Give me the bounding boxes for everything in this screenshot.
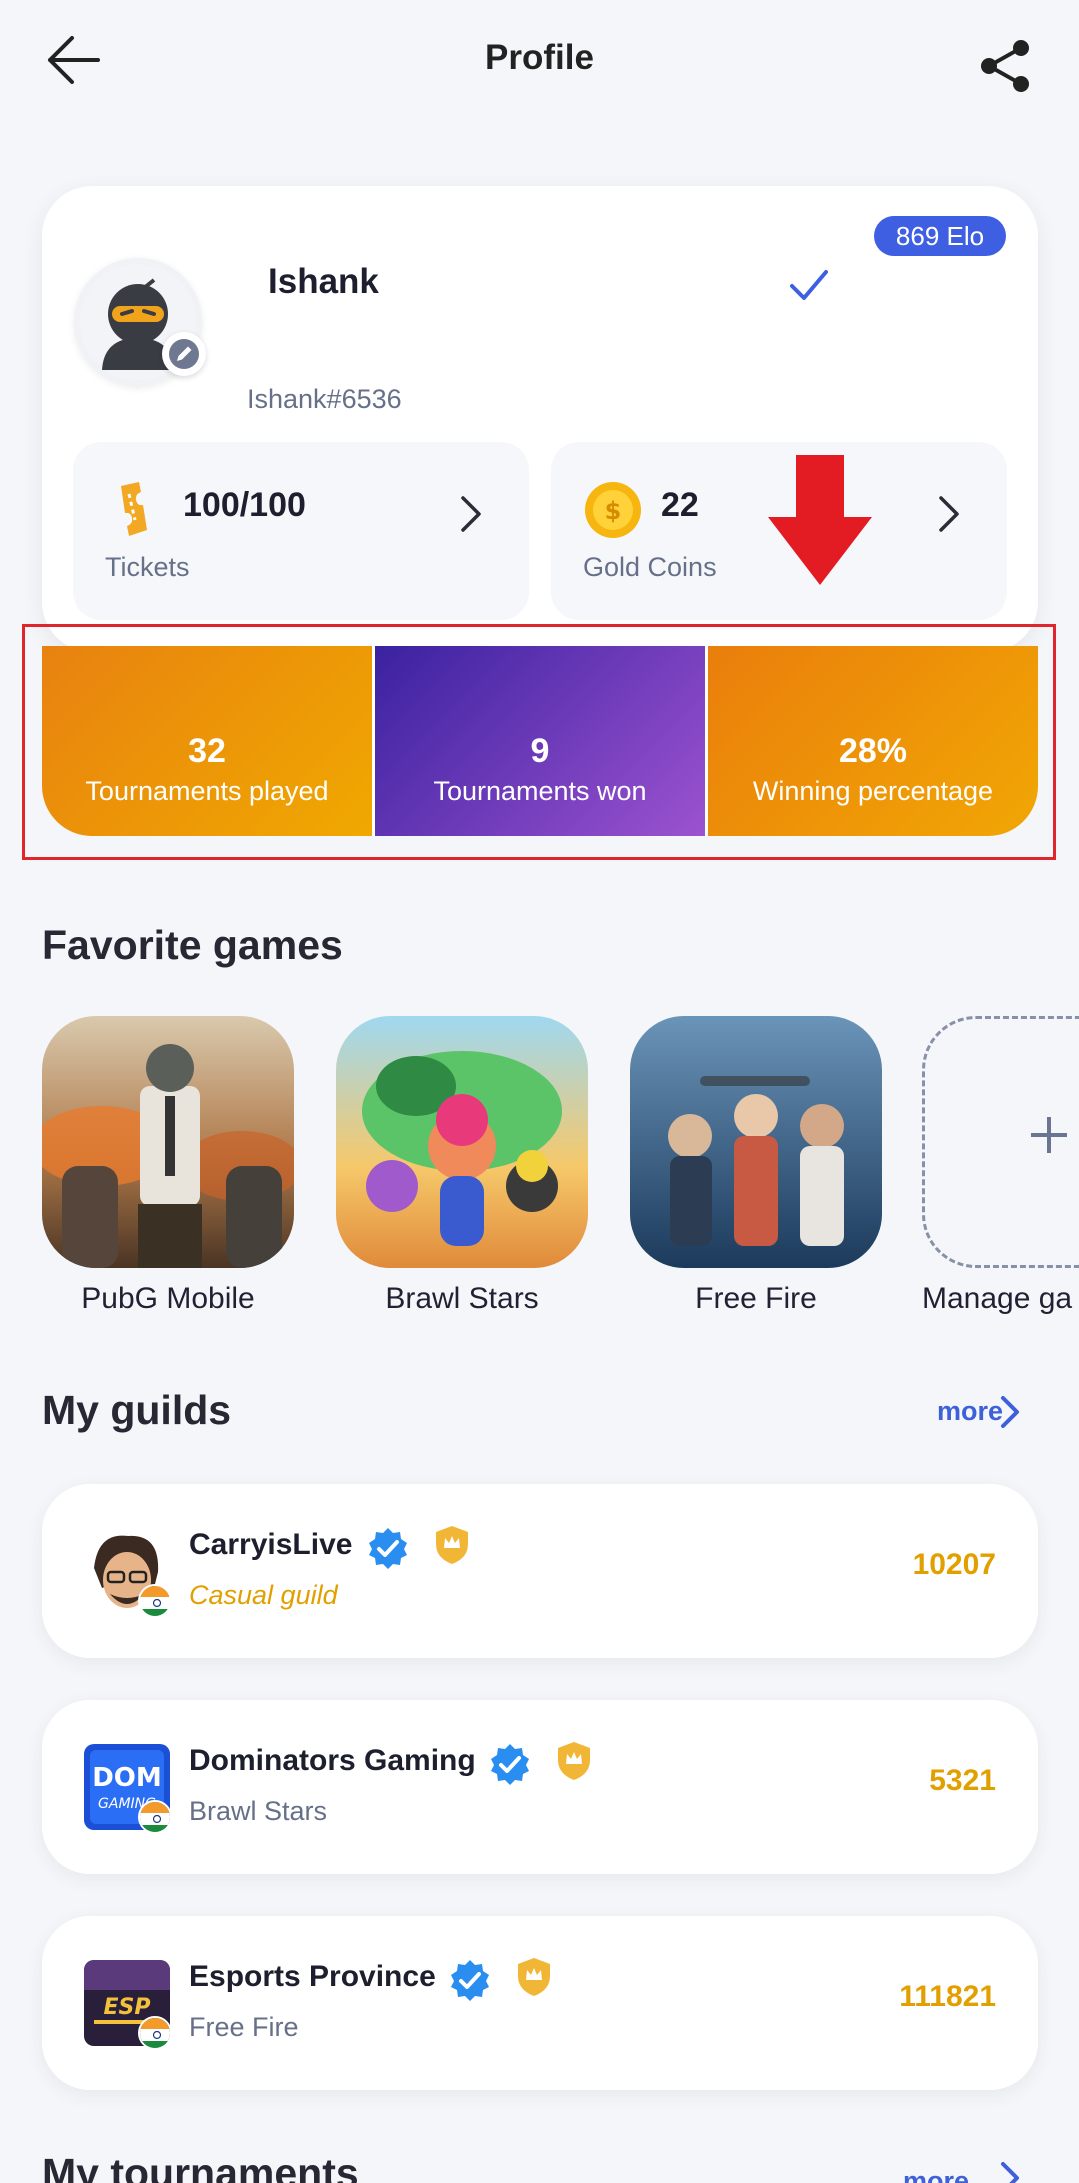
guild-score: 111821 [899, 1980, 996, 2013]
game-image-pubg [42, 1016, 294, 1268]
india-flag-icon [138, 2016, 172, 2050]
manage-games-button[interactable]: Manage ga [922, 1016, 1079, 1316]
favorite-games-title: Favorite games [42, 922, 343, 968]
chevron-right-icon[interactable] [999, 1394, 1021, 1430]
guild-score: 10207 [912, 1548, 996, 1581]
guild-name: Dominators Gaming [189, 1744, 476, 1777]
manage-games-label: Manage ga [922, 1282, 1073, 1315]
app-header: Profile [0, 0, 1079, 120]
guilds-more-link[interactable]: more [937, 1396, 1003, 1427]
gold-coins-value: 22 [661, 486, 699, 524]
my-tournaments-title: My tournaments [42, 2150, 359, 2183]
verified-badge-icon [451, 1960, 489, 2001]
guild-game: Brawl Stars [189, 1796, 328, 1826]
share-icon[interactable] [975, 36, 1035, 96]
username: Ishank [268, 262, 379, 301]
svg-text:DOM: DOM [92, 1763, 162, 1793]
shield-crown-icon [518, 1958, 550, 1996]
tickets-box[interactable]: 100/100 Tickets [73, 442, 529, 620]
shield-crown-icon [436, 1526, 468, 1564]
guild-name: CarryisLive [189, 1528, 353, 1561]
verified-badge-icon [491, 1744, 529, 1785]
elo-badge: 869 Elo [874, 216, 1006, 256]
india-flag-icon [138, 1584, 172, 1618]
plus-icon [1031, 1117, 1067, 1153]
svg-text:ESP: ESP [104, 1995, 151, 2020]
shield-crown-icon [558, 1742, 590, 1780]
chevron-right-icon [939, 496, 959, 532]
guild-type: Casual guild [189, 1580, 338, 1610]
gold-coin-icon: $ [585, 482, 641, 538]
tournaments-more-link[interactable]: more [903, 2166, 969, 2183]
guild-card[interactable]: ESP Esports Province Free Fire 111821 [42, 1916, 1038, 2090]
my-guilds-title: My guilds [42, 1387, 232, 1433]
game-name: Brawl Stars [385, 1282, 539, 1315]
guild-score: 5321 [929, 1764, 996, 1797]
game-name: PubG Mobile [81, 1282, 255, 1315]
game-name: Free Fire [695, 1282, 817, 1315]
ticket-icon [121, 482, 147, 536]
tickets-label: Tickets [105, 552, 190, 582]
game-free-fire[interactable]: Free Fire [630, 1016, 882, 1316]
svg-text:$: $ [605, 497, 622, 525]
guild-name: Esports Province [189, 1960, 436, 1993]
guild-game: Free Fire [189, 2012, 299, 2042]
red-down-arrow-annotation [768, 455, 872, 585]
manage-games-tile [922, 1016, 1079, 1268]
chevron-right-icon [461, 496, 481, 532]
user-tag: Ishank#6536 [247, 384, 402, 414]
guild-card[interactable]: CarryisLive Casual guild 10207 [42, 1484, 1038, 1658]
chevron-right-icon[interactable] [999, 2160, 1021, 2183]
india-flag-icon [138, 1800, 172, 1834]
check-icon [790, 270, 828, 300]
game-image-brawl-stars [336, 1016, 588, 1268]
tickets-value: 100/100 [183, 486, 306, 524]
page-title: Profile [485, 38, 594, 77]
game-image-free-fire [630, 1016, 882, 1268]
verified-badge-icon [369, 1528, 407, 1569]
game-pubg-mobile[interactable]: PubG Mobile [42, 1016, 294, 1316]
edit-avatar-icon[interactable] [162, 332, 206, 376]
gold-coins-label: Gold Coins [583, 552, 717, 582]
game-brawl-stars[interactable]: Brawl Stars [336, 1016, 588, 1316]
guild-card[interactable]: DOM GAMING Dominators Gaming Brawl Stars… [42, 1700, 1038, 1874]
red-highlight-annotation [22, 624, 1056, 860]
